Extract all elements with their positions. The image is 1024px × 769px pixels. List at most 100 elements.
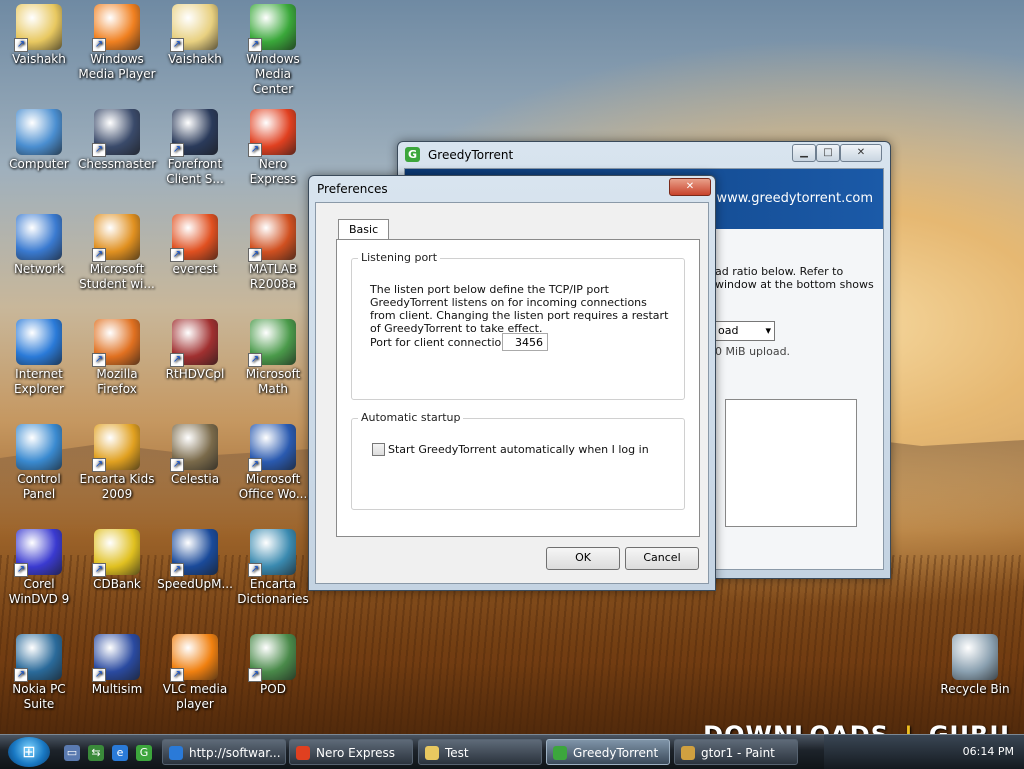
desktop-icon-label: CDBank xyxy=(93,577,141,591)
desktop-icon-label: Chessmaster xyxy=(78,157,157,171)
ratio-description: ad ratio below. Refer to window at the b… xyxy=(715,265,874,291)
shortcut-arrow-icon: ↗ xyxy=(170,248,184,262)
desktop-icon-label: Corel WinDVD 9 xyxy=(8,577,70,606)
shortcut-arrow-icon: ↗ xyxy=(92,143,106,157)
taskbar-item-nero[interactable]: Nero Express xyxy=(289,739,413,765)
shortcut-arrow-icon: ↗ xyxy=(170,353,184,367)
show-desktop-icon[interactable]: ▭ xyxy=(64,745,80,761)
book-icon: ↗ xyxy=(248,529,296,577)
minimize-button[interactable]: ▁ xyxy=(792,144,816,162)
planet-icon: ↗ xyxy=(170,424,218,472)
backpack-icon: ↗ xyxy=(92,214,140,262)
shortcut-arrow-icon: ↗ xyxy=(248,563,262,577)
speaker-desktop-icon[interactable]: ↗ RtHDVCpl xyxy=(156,319,234,382)
desktop-icon-label: Internet Explorer xyxy=(14,367,64,396)
book-desktop-icon[interactable]: ↗ Encarta Dictionaries xyxy=(234,529,312,607)
shortcut-arrow-icon: ↗ xyxy=(248,143,262,157)
port-label: Port for client connection xyxy=(370,336,509,349)
chess-knight-desktop-icon[interactable]: ↗ Chessmaster xyxy=(78,109,156,172)
speedometer-icon: ↗ xyxy=(170,529,218,577)
matlab-desktop-icon[interactable]: ↗ MATLAB R2008a xyxy=(234,214,312,292)
switch-windows-icon[interactable]: ⇆ xyxy=(88,745,104,761)
internet-explorer-icon xyxy=(16,319,62,365)
taskbar-item-paint[interactable]: gtor1 - Paint xyxy=(674,739,798,765)
clock[interactable]: 06:14 PM xyxy=(963,745,1014,758)
desktop-icon-label: Celestia xyxy=(170,472,220,486)
shortcut-arrow-icon: ↗ xyxy=(92,353,106,367)
forefront-desktop-icon[interactable]: ↗ Forefront Client S... xyxy=(156,109,234,187)
dvd-icon: ↗ xyxy=(14,529,62,577)
greedytorrent-titlebar[interactable]: G GreedyTorrent ▁ □ ✕ xyxy=(398,142,890,168)
internet-explorer-desktop-icon[interactable]: Internet Explorer xyxy=(0,319,78,397)
vlc-cone-desktop-icon[interactable]: ↗ VLC media player xyxy=(156,634,234,712)
shortcut-arrow-icon: ↗ xyxy=(248,38,262,52)
internet-explorer-icon[interactable]: e xyxy=(112,745,128,761)
nokia-icon: ↗ xyxy=(14,634,62,682)
start-button[interactable]: ⊞ xyxy=(8,737,50,767)
nero-desktop-icon[interactable]: ↗ Nero Express xyxy=(234,109,312,187)
media-player-icon: ↗ xyxy=(92,4,140,52)
cancel-button[interactable]: Cancel xyxy=(625,547,699,570)
control-panel-desktop-icon[interactable]: Control Panel xyxy=(0,424,78,502)
folder-doc-desktop-icon[interactable]: ↗ Vaishakh xyxy=(156,4,234,67)
dvd-desktop-icon[interactable]: ↗ Corel WinDVD 9 xyxy=(0,529,78,607)
taskbar-item-greedytorrent[interactable]: GreedyTorrent xyxy=(546,739,670,765)
nero-icon xyxy=(296,746,310,760)
multisim-desktop-icon[interactable]: ↗ Multisim xyxy=(78,634,156,697)
media-center-desktop-icon[interactable]: ↗ Windows Media Center xyxy=(234,4,312,97)
tab-basic[interactable]: Basic xyxy=(338,219,390,240)
desktop-icon-label: SpeedUpM... xyxy=(157,577,233,591)
automatic-startup-title: Automatic startup xyxy=(358,411,464,424)
paint-icon xyxy=(681,746,695,760)
cd-desktop-icon[interactable]: ↗ CDBank xyxy=(78,529,156,592)
banner-url[interactable]: www.greedytorrent.com xyxy=(716,191,873,206)
computer-desktop-icon[interactable]: Computer xyxy=(0,109,78,172)
planet-desktop-icon[interactable]: ↗ Celestia xyxy=(156,424,234,487)
desktop-icon-label: Nero Express xyxy=(249,157,297,186)
backpack-desktop-icon[interactable]: ↗ Microsoft Student wi... xyxy=(78,214,156,292)
close-button[interactable]: ✕ xyxy=(840,144,882,162)
folder-desktop-icon[interactable]: ↗ Vaishakh xyxy=(0,4,78,67)
desktop-icon-label: Vaishakh xyxy=(168,52,222,66)
autostart-checkbox[interactable] xyxy=(372,443,385,456)
dialog-title: Preferences xyxy=(317,182,388,196)
matlab-icon: ↗ xyxy=(248,214,296,262)
taskbar-item-label: Nero Express xyxy=(316,746,396,760)
recycle-bin-desktop-icon[interactable]: Recycle Bin xyxy=(936,634,1014,697)
firefox-desktop-icon[interactable]: ↗ Mozilla Firefox xyxy=(78,319,156,397)
taskbar-item-label: gtor1 - Paint xyxy=(701,746,775,760)
close-button[interactable]: ✕ xyxy=(669,178,711,196)
multisim-icon: ↗ xyxy=(92,634,140,682)
greedytorrent-icon[interactable]: G xyxy=(136,745,152,761)
word-desktop-icon[interactable]: ↗ Microsoft Office Wo... xyxy=(234,424,312,502)
encarta-kids-desktop-icon[interactable]: ↗ Encarta Kids 2009 xyxy=(78,424,156,502)
mode-dropdown[interactable]: oad xyxy=(715,321,775,341)
encarta-kids-icon: ↗ xyxy=(92,424,140,472)
desktop-icon-label: Control Panel xyxy=(17,472,61,501)
folder-doc-icon: ↗ xyxy=(170,4,218,52)
desktop-icon-label: Nokia PC Suite xyxy=(12,682,66,711)
pod-desktop-icon[interactable]: ↗ POD xyxy=(234,634,312,697)
taskbar-item-internet-explorer[interactable]: http://softwar... xyxy=(162,739,286,765)
taskbar-item-folder[interactable]: Test xyxy=(418,739,542,765)
maximize-button[interactable]: □ xyxy=(816,144,840,162)
log-listbox[interactable] xyxy=(725,399,857,527)
taskbar: ⊞ ▭ ⇆ e G http://softwar... Nero Express T… xyxy=(0,734,1024,769)
speedometer-desktop-icon[interactable]: ↗ SpeedUpM... xyxy=(156,529,234,592)
everest-desktop-icon[interactable]: ↗ everest xyxy=(156,214,234,277)
desktop-icon-label: VLC media player xyxy=(162,682,228,711)
ok-button[interactable]: OK xyxy=(546,547,620,570)
calculator-desktop-icon[interactable]: ↗ Microsoft Math xyxy=(234,319,312,397)
desktop-icon-label: Windows Media Player xyxy=(78,52,156,81)
network-desktop-icon[interactable]: Network xyxy=(0,214,78,277)
automatic-startup-group: Automatic startup Start GreedyTorrent au… xyxy=(351,411,685,510)
preferences-titlebar[interactable]: Preferences ✕ xyxy=(309,176,715,202)
nokia-desktop-icon[interactable]: ↗ Nokia PC Suite xyxy=(0,634,78,712)
autostart-label[interactable]: Start GreedyTorrent automatically when I… xyxy=(388,443,649,456)
desktop-icon-label: POD xyxy=(260,682,286,696)
folder-icon xyxy=(425,746,439,760)
shortcut-arrow-icon: ↗ xyxy=(92,248,106,262)
port-input[interactable]: 3456 xyxy=(502,333,548,351)
shortcut-arrow-icon: ↗ xyxy=(92,38,106,52)
media-player-desktop-icon[interactable]: ↗ Windows Media Player xyxy=(78,4,156,82)
